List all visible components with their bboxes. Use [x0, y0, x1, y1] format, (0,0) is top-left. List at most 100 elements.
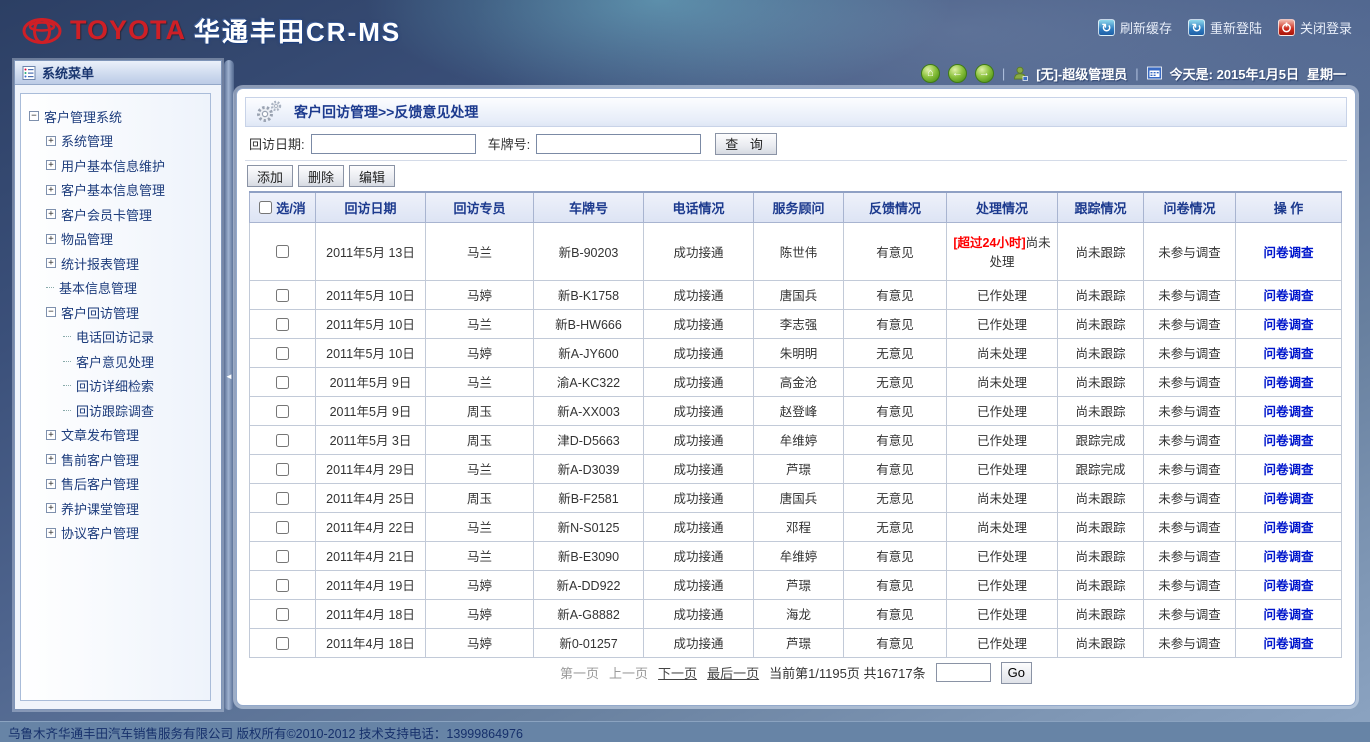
sidebar-item[interactable]: +物品管理 [25, 227, 206, 252]
toyota-logo-icon [22, 16, 62, 46]
track-cell: 跟踪完成 [1058, 454, 1144, 483]
breadcrumb: 客户回访管理>>反馈意见处理 [294, 102, 478, 122]
survey-cell: 未参与调查 [1144, 512, 1236, 541]
survey-link[interactable]: 问卷调查 [1263, 492, 1313, 506]
row-checkbox[interactable] [276, 579, 289, 592]
sidebar-item[interactable]: 回访跟踪调查 [25, 398, 206, 423]
row-checkbox[interactable] [276, 318, 289, 331]
row-checkbox[interactable] [276, 550, 289, 563]
row-checkbox[interactable] [276, 245, 289, 258]
row-checkbox[interactable] [276, 463, 289, 476]
advisor-cell: 芦璟 [754, 454, 844, 483]
back-button[interactable]: ← [948, 64, 967, 83]
expand-icon[interactable]: + [46, 209, 56, 219]
query-button[interactable]: 查 询 [715, 133, 777, 155]
expand-icon[interactable]: + [46, 160, 56, 170]
next-page-link[interactable]: 下一页 [658, 663, 697, 682]
add-button[interactable]: 添加 [247, 165, 293, 187]
collapse-icon[interactable]: − [46, 307, 56, 317]
sidebar-title: 系统菜单 [42, 63, 94, 82]
survey-link[interactable]: 问卷调查 [1263, 405, 1313, 419]
sidebar-item[interactable]: +客户基本信息管理 [25, 178, 206, 203]
sidebar-item[interactable]: +系统管理 [25, 129, 206, 154]
survey-link[interactable]: 问卷调查 [1263, 521, 1313, 535]
expand-icon[interactable]: + [46, 185, 56, 195]
sidebar-item[interactable]: −客户管理系统 [25, 104, 206, 129]
sidebar-item[interactable]: 回访详细检索 [25, 374, 206, 399]
track-cell: 尚未跟踪 [1058, 483, 1144, 512]
sidebar-item[interactable]: +统计报表管理 [25, 251, 206, 276]
sidebar-item[interactable]: +文章发布管理 [25, 423, 206, 448]
row-checkbox[interactable] [276, 434, 289, 447]
table-header-row: 选/消 回访日期 回访专员 车牌号 电话情况 服务顾问 反馈情况 处理情况 跟踪… [250, 192, 1342, 222]
last-page-link[interactable]: 最后一页 [707, 663, 759, 682]
survey-link[interactable]: 问卷调查 [1263, 463, 1313, 477]
sidebar-item[interactable]: 电话回访记录 [25, 325, 206, 350]
expand-icon[interactable]: + [46, 234, 56, 244]
sidebar-item[interactable]: +售前客户管理 [25, 447, 206, 472]
select-all-checkbox[interactable] [259, 201, 272, 214]
sidebar-item[interactable]: +用户基本信息维护 [25, 153, 206, 178]
row-checkbox[interactable] [276, 608, 289, 621]
row-checkbox[interactable] [276, 637, 289, 650]
sidebar-item[interactable]: +客户会员卡管理 [25, 202, 206, 227]
handle-cell: 已作处理 [947, 570, 1058, 599]
edit-button[interactable]: 编辑 [349, 165, 395, 187]
expand-icon[interactable]: + [46, 430, 56, 440]
expand-icon[interactable]: + [46, 258, 56, 268]
survey-cell: 未参与调查 [1144, 425, 1236, 454]
collapse-sidebar-icon[interactable]: ◄ [225, 372, 233, 381]
agent-cell: 马婷 [426, 628, 534, 657]
relogin-button[interactable]: ↻ 重新登陆 [1188, 18, 1262, 37]
phone-cell: 成功接通 [644, 338, 754, 367]
sidebar-item[interactable]: 客户意见处理 [25, 349, 206, 374]
select-cell [250, 541, 316, 570]
row-checkbox[interactable] [276, 376, 289, 389]
plate-number-input[interactable] [536, 134, 701, 154]
collapse-icon[interactable]: − [29, 111, 39, 121]
sidebar-item[interactable]: +养护课堂管理 [25, 496, 206, 521]
agent-cell: 马兰 [426, 512, 534, 541]
select-cell [250, 483, 316, 512]
survey-link[interactable]: 问卷调查 [1263, 434, 1313, 448]
row-checkbox[interactable] [276, 405, 289, 418]
sidebar-item[interactable]: +售后客户管理 [25, 472, 206, 497]
row-checkbox[interactable] [276, 289, 289, 302]
forward-button[interactable]: → [975, 64, 994, 83]
tree-connector [46, 287, 54, 288]
survey-link[interactable]: 问卷调查 [1263, 376, 1313, 390]
go-to-page-input[interactable] [936, 663, 991, 682]
survey-link[interactable]: 问卷调查 [1263, 347, 1313, 361]
visit-date-input[interactable] [311, 134, 476, 154]
advisor-cell: 朱明明 [754, 338, 844, 367]
go-button[interactable]: Go [1001, 662, 1032, 684]
home-button[interactable]: ⌂ [921, 64, 940, 83]
sidebar-item[interactable]: −客户回访管理 [25, 300, 206, 325]
row-checkbox[interactable] [276, 347, 289, 360]
expand-icon[interactable]: + [46, 528, 56, 538]
survey-cell: 未参与调查 [1144, 280, 1236, 309]
survey-link[interactable]: 问卷调查 [1263, 246, 1313, 260]
survey-link[interactable]: 问卷调查 [1263, 608, 1313, 622]
sidebar-item[interactable]: 基本信息管理 [25, 276, 206, 301]
expand-icon[interactable]: + [46, 503, 56, 513]
sidebar-item[interactable]: +协议客户管理 [25, 521, 206, 546]
visit-date-cell: 2011年5月 10日 [316, 309, 426, 338]
row-checkbox[interactable] [276, 521, 289, 534]
expand-icon[interactable]: + [46, 454, 56, 464]
expand-icon[interactable]: + [46, 136, 56, 146]
top-header-bar: TOYOTA 华通丰田CR-MS ↻ 刷新缓存 ↻ 重新登陆 关闭登录 [0, 0, 1370, 57]
delete-button[interactable]: 删除 [298, 165, 344, 187]
survey-link[interactable]: 问卷调查 [1263, 318, 1313, 332]
logout-button[interactable]: 关闭登录 [1278, 18, 1352, 37]
row-checkbox[interactable] [276, 492, 289, 505]
agent-cell: 马兰 [426, 541, 534, 570]
survey-cell: 未参与调查 [1144, 599, 1236, 628]
survey-link[interactable]: 问卷调查 [1263, 637, 1313, 651]
survey-link[interactable]: 问卷调查 [1263, 579, 1313, 593]
sidebar-splitter[interactable]: ◄ [224, 60, 234, 710]
survey-link[interactable]: 问卷调查 [1263, 550, 1313, 564]
expand-icon[interactable]: + [46, 479, 56, 489]
refresh-cache-button[interactable]: ↻ 刷新缓存 [1098, 18, 1172, 37]
survey-link[interactable]: 问卷调查 [1263, 289, 1313, 303]
